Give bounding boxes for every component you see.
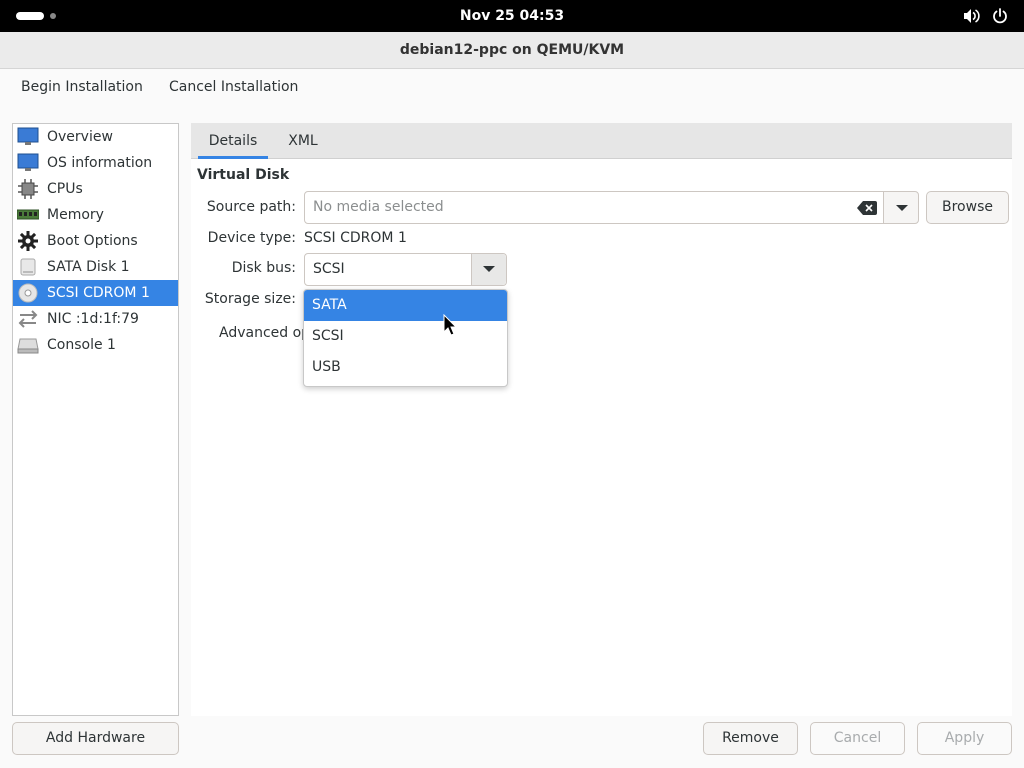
advanced-options-expander[interactable]: Advanced options <box>213 325 305 341</box>
sidebar-item-label: SCSI CDROM 1 <box>47 285 150 301</box>
storage-size-label: Storage size: <box>204 291 296 307</box>
system-top-bar: Nov 25 04:53 <box>0 0 1024 32</box>
section-title: Virtual Disk <box>197 167 290 183</box>
option-scsi[interactable]: SCSI <box>304 321 507 352</box>
device-type-label: Device type: <box>207 230 296 246</box>
power-icon[interactable] <box>992 8 1008 24</box>
cancel-button[interactable]: Cancel <box>810 722 905 755</box>
sidebar-item-label: NIC :1d:1f:79 <box>47 311 139 327</box>
tab-details[interactable]: Details <box>198 123 268 159</box>
option-sata[interactable]: SATA <box>304 290 507 321</box>
disk-bus-select[interactable]: SCSI <box>304 253 507 286</box>
sidebar-item-console-1[interactable]: Console 1 <box>13 332 178 358</box>
source-path-label: Source path: <box>206 199 296 215</box>
sidebar-item-boot-options[interactable]: Boot Options <box>13 228 178 254</box>
console-icon <box>17 334 39 356</box>
sidebar-item-label: SATA Disk 1 <box>47 259 130 275</box>
sidebar-item-sata-disk-1[interactable]: SATA Disk 1 <box>13 254 178 280</box>
toolbar: Begin Installation Cancel Installation <box>0 69 1024 111</box>
monitor-icon <box>17 152 39 174</box>
network-arrows-icon <box>17 308 39 330</box>
sidebar-item-label: CPUs <box>47 181 83 197</box>
browse-button[interactable]: Browse <box>926 191 1009 224</box>
chevron-down-icon <box>896 205 908 211</box>
device-type-value: SCSI CDROM 1 <box>304 230 407 246</box>
hard-disk-icon <box>17 256 39 278</box>
sidebar-item-os-information[interactable]: OS information <box>13 150 178 176</box>
apply-button[interactable]: Apply <box>917 722 1012 755</box>
source-path-field[interactable] <box>304 191 884 224</box>
begin-installation-button[interactable]: Begin Installation <box>21 79 143 95</box>
clock[interactable]: Nov 25 04:53 <box>0 0 1024 32</box>
sidebar-item-memory[interactable]: Memory <box>13 202 178 228</box>
source-path-input[interactable] <box>313 199 843 215</box>
bottom-bar: Add Hardware Remove Cancel Apply <box>0 716 1024 768</box>
tab-xml[interactable]: XML <box>276 123 330 159</box>
remove-button[interactable]: Remove <box>703 722 798 755</box>
chevron-down-icon <box>483 266 495 272</box>
disk-bus-dropdown-menu: SATA SCSI USB <box>303 289 508 387</box>
sidebar-item-cpus[interactable]: CPUs <box>13 176 178 202</box>
sidebar-item-label: Memory <box>47 207 104 223</box>
gear-icon <box>17 230 39 252</box>
mouse-pointer-icon <box>443 314 457 336</box>
hardware-list: Overview OS information CPUs Memory Boot… <box>12 123 179 716</box>
cpu-chip-icon <box>17 178 39 200</box>
sidebar-item-scsi-cdrom-1[interactable]: SCSI CDROM 1 <box>13 280 178 306</box>
sidebar-item-nic[interactable]: NIC :1d:1f:79 <box>13 306 178 332</box>
sidebar-item-label: Overview <box>47 129 113 145</box>
sidebar-item-label: Boot Options <box>47 233 138 249</box>
source-path-dropdown-button[interactable] <box>883 191 919 224</box>
sidebar-item-label: Console 1 <box>47 337 116 353</box>
advanced-options-label: Advanced options <box>219 325 305 341</box>
cdrom-icon <box>17 282 39 304</box>
system-tray[interactable] <box>963 8 1008 24</box>
disk-bus-arrow <box>471 254 506 285</box>
sidebar-item-overview[interactable]: Overview <box>13 124 178 150</box>
tab-bar: Details XML <box>191 123 1012 159</box>
details-panel: Details XML Virtual Disk Source path: Br… <box>191 123 1012 716</box>
memory-module-icon <box>17 204 39 226</box>
monitor-icon <box>17 126 39 148</box>
volume-icon[interactable] <box>963 8 980 24</box>
add-hardware-button[interactable]: Add Hardware <box>12 722 179 755</box>
clear-text-icon[interactable] <box>857 201 877 215</box>
window-title: debian12-ppc on QEMU/KVM <box>0 32 1024 69</box>
disk-bus-value: SCSI <box>313 261 345 277</box>
disk-bus-label: Disk bus: <box>231 260 296 276</box>
sidebar-item-label: OS information <box>47 155 153 171</box>
cancel-installation-button[interactable]: Cancel Installation <box>169 79 298 95</box>
option-usb[interactable]: USB <box>304 352 507 383</box>
